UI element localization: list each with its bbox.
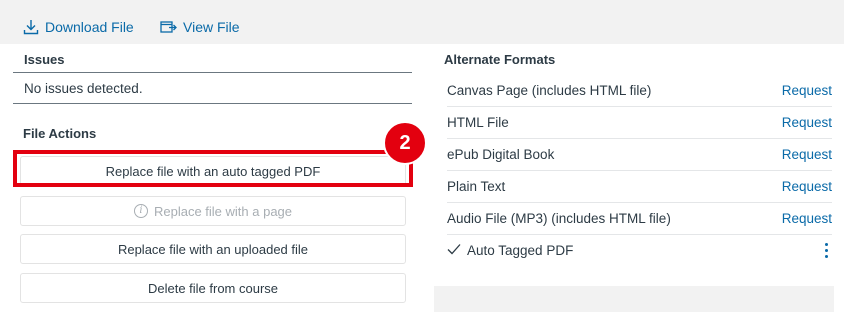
completed-format-label: Auto Tagged PDF — [467, 242, 574, 258]
format-label: Plain Text — [447, 178, 506, 194]
file-actions-heading: File Actions — [23, 126, 97, 141]
download-file-link[interactable]: Download File — [23, 18, 134, 36]
format-row-audio: Audio File (MP3) (includes HTML file) Re… — [447, 202, 832, 234]
format-row-html-file: HTML File Request — [447, 106, 832, 138]
view-file-icon — [160, 19, 177, 35]
download-icon — [23, 19, 39, 35]
replace-uploaded-file-button[interactable]: Replace file with an uploaded file — [20, 234, 406, 264]
request-link[interactable]: Request — [782, 147, 832, 162]
info-icon: i — [133, 204, 148, 218]
highlight-box — [13, 150, 413, 187]
view-file-link[interactable]: View File — [160, 18, 240, 36]
request-link[interactable]: Request — [782, 115, 832, 130]
callout-badge: 2 — [383, 121, 427, 165]
request-link[interactable]: Request — [782, 83, 832, 98]
completed-format: Auto Tagged PDF — [447, 243, 573, 258]
format-label: Canvas Page (includes HTML file) — [447, 82, 652, 98]
download-file-label: Download File — [45, 19, 134, 35]
file-toolbar: Download File View File — [0, 0, 844, 44]
view-file-label: View File — [183, 19, 240, 35]
checkmark-icon — [447, 243, 461, 258]
format-label: ePub Digital Book — [447, 146, 555, 162]
request-link[interactable]: Request — [782, 179, 832, 194]
replace-with-page-button: i Replace file with a page — [20, 196, 406, 226]
lower-section-panel — [434, 286, 834, 312]
kebab-menu-icon[interactable] — [821, 241, 832, 260]
format-row-canvas-page: Canvas Page (includes HTML file) Request — [447, 74, 832, 106]
issues-divider-bottom — [13, 103, 412, 104]
replace-with-page-label: Replace file with a page — [153, 203, 293, 219]
format-row-plain-text: Plain Text Request — [447, 170, 832, 202]
format-row-auto-tagged-pdf: Auto Tagged PDF — [447, 234, 832, 266]
replace-uploaded-file-label: Replace file with an uploaded file — [117, 241, 309, 257]
delete-file-button[interactable]: Delete file from course — [20, 273, 406, 303]
delete-file-label: Delete file from course — [147, 280, 279, 296]
issues-heading: Issues — [24, 52, 65, 67]
request-link[interactable]: Request — [782, 211, 832, 226]
alternate-formats-heading: Alternate Formats — [444, 52, 556, 67]
format-label: HTML File — [447, 114, 509, 130]
format-row-epub: ePub Digital Book Request — [447, 138, 832, 170]
format-label: Audio File (MP3) (includes HTML file) — [447, 210, 671, 226]
issues-divider-top — [13, 72, 412, 73]
issues-message: No issues detected. — [24, 81, 143, 96]
